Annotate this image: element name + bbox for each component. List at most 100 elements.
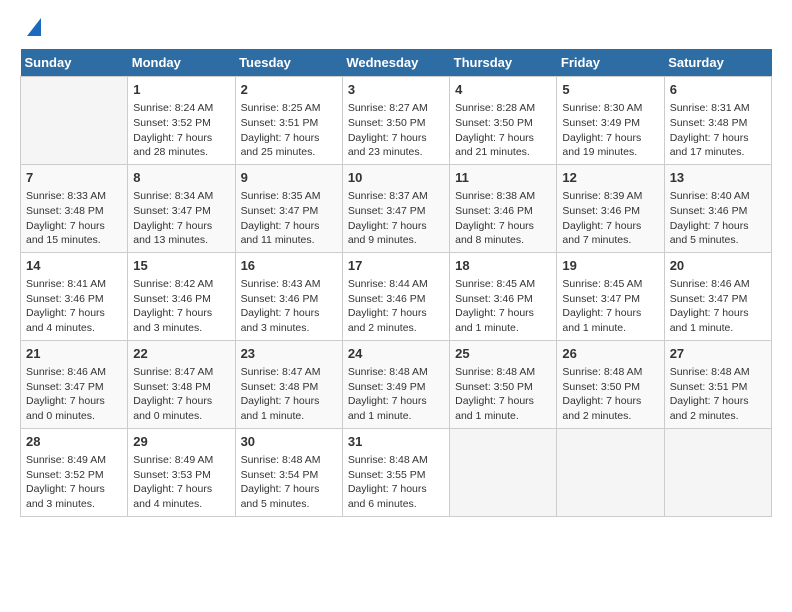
header-wednesday: Wednesday xyxy=(342,49,449,77)
cell-content: Sunrise: 8:46 AM Sunset: 3:47 PM Dayligh… xyxy=(670,277,766,336)
day-number: 11 xyxy=(455,169,551,187)
calendar-cell: 5Sunrise: 8:30 AM Sunset: 3:49 PM Daylig… xyxy=(557,77,664,165)
cell-content: Sunrise: 8:39 AM Sunset: 3:46 PM Dayligh… xyxy=(562,189,658,248)
calendar-cell: 30 Sunrise: 8:48 AM Sunset: 3:54 PM Dayli… xyxy=(235,428,342,516)
day-number: 8 xyxy=(133,169,229,187)
day-number: 25 xyxy=(455,345,551,363)
week-row-2: 14 Sunrise: 8:41 AM Sunset: 3:46 PM Dayli… xyxy=(21,252,772,340)
calendar-cell: 31 Sunrise: 8:48 AM Sunset: 3:55 PM Dayli… xyxy=(342,428,449,516)
cell-content: Sunrise: 8:38 AM Sunset: 3:46 PM Dayligh… xyxy=(455,189,551,248)
cell-content: Sunrise: 8:48 AM Sunset: 3:54 PM Dayligh… xyxy=(241,453,337,512)
day-number: 28 xyxy=(26,433,122,451)
calendar-cell: 20 Sunrise: 8:46 AM Sunset: 3:47 PM Dayli… xyxy=(664,252,771,340)
day-number: 30 xyxy=(241,433,337,451)
cell-content: Sunrise: 8:24 AM Sunset: 3:52 PM Dayligh… xyxy=(133,101,229,160)
cell-content: Sunrise: 8:41 AM Sunset: 3:46 PM Dayligh… xyxy=(26,277,122,336)
cell-content: Sunrise: 8:33 AM Sunset: 3:48 PM Dayligh… xyxy=(26,189,122,248)
day-number: 15 xyxy=(133,257,229,275)
cell-content: Sunrise: 8:28 AM Sunset: 3:50 PM Dayligh… xyxy=(455,101,551,160)
day-number: 14 xyxy=(26,257,122,275)
calendar-cell: 2 Sunrise: 8:25 AM Sunset: 3:51 PM Daylig… xyxy=(235,77,342,165)
day-number: 20 xyxy=(670,257,766,275)
calendar-cell: 14 Sunrise: 8:41 AM Sunset: 3:46 PM Dayli… xyxy=(21,252,128,340)
calendar-cell: 28 Sunrise: 8:49 AM Sunset: 3:52 PM Dayli… xyxy=(21,428,128,516)
day-number: 27 xyxy=(670,345,766,363)
day-number: 7 xyxy=(26,169,122,187)
calendar-table: SundayMondayTuesdayWednesdayThursdayFrid… xyxy=(20,49,772,517)
header-friday: Friday xyxy=(557,49,664,77)
calendar-cell xyxy=(557,428,664,516)
week-row-0: 1Sunrise: 8:24 AM Sunset: 3:52 PM Daylig… xyxy=(21,77,772,165)
calendar-cell: 16Sunrise: 8:43 AM Sunset: 3:46 PM Dayli… xyxy=(235,252,342,340)
cell-content: Sunrise: 8:27 AM Sunset: 3:50 PM Dayligh… xyxy=(348,101,444,160)
calendar-cell: 22Sunrise: 8:47 AM Sunset: 3:48 PM Dayli… xyxy=(128,340,235,428)
day-number: 22 xyxy=(133,345,229,363)
cell-content: Sunrise: 8:48 AM Sunset: 3:55 PM Dayligh… xyxy=(348,453,444,512)
cell-content: Sunrise: 8:49 AM Sunset: 3:52 PM Dayligh… xyxy=(26,453,122,512)
calendar-cell: 15Sunrise: 8:42 AM Sunset: 3:46 PM Dayli… xyxy=(128,252,235,340)
header-saturday: Saturday xyxy=(664,49,771,77)
day-number: 21 xyxy=(26,345,122,363)
logo xyxy=(20,20,41,39)
cell-content: Sunrise: 8:47 AM Sunset: 3:48 PM Dayligh… xyxy=(241,365,337,424)
calendar-cell: 13 Sunrise: 8:40 AM Sunset: 3:46 PM Dayli… xyxy=(664,164,771,252)
header-monday: Monday xyxy=(128,49,235,77)
day-number: 9 xyxy=(241,169,337,187)
calendar-cell: 12 Sunrise: 8:39 AM Sunset: 3:46 PM Dayli… xyxy=(557,164,664,252)
day-number: 13 xyxy=(670,169,766,187)
day-number: 12 xyxy=(562,169,658,187)
day-number: 31 xyxy=(348,433,444,451)
calendar-cell: 3Sunrise: 8:27 AM Sunset: 3:50 PM Daylig… xyxy=(342,77,449,165)
header-sunday: Sunday xyxy=(21,49,128,77)
calendar-cell: 18Sunrise: 8:45 AM Sunset: 3:46 PM Dayli… xyxy=(450,252,557,340)
calendar-cell: 11 Sunrise: 8:38 AM Sunset: 3:46 PM Dayli… xyxy=(450,164,557,252)
calendar-cell: 6 Sunrise: 8:31 AM Sunset: 3:48 PM Daylig… xyxy=(664,77,771,165)
cell-content: Sunrise: 8:31 AM Sunset: 3:48 PM Dayligh… xyxy=(670,101,766,160)
day-number: 17 xyxy=(348,257,444,275)
cell-content: Sunrise: 8:44 AM Sunset: 3:46 PM Dayligh… xyxy=(348,277,444,336)
cell-content: Sunrise: 8:37 AM Sunset: 3:47 PM Dayligh… xyxy=(348,189,444,248)
calendar-cell: 24 Sunrise: 8:48 AM Sunset: 3:49 PM Dayli… xyxy=(342,340,449,428)
page-header xyxy=(20,20,772,39)
cell-content: Sunrise: 8:45 AM Sunset: 3:47 PM Dayligh… xyxy=(562,277,658,336)
logo-triangle-icon xyxy=(23,18,41,36)
cell-content: Sunrise: 8:49 AM Sunset: 3:53 PM Dayligh… xyxy=(133,453,229,512)
calendar-cell: 27 Sunrise: 8:48 AM Sunset: 3:51 PM Dayli… xyxy=(664,340,771,428)
day-number: 29 xyxy=(133,433,229,451)
calendar-cell: 10Sunrise: 8:37 AM Sunset: 3:47 PM Dayli… xyxy=(342,164,449,252)
calendar-cell: 29 Sunrise: 8:49 AM Sunset: 3:53 PM Dayli… xyxy=(128,428,235,516)
day-number: 24 xyxy=(348,345,444,363)
calendar-cell: 26 Sunrise: 8:48 AM Sunset: 3:50 PM Dayli… xyxy=(557,340,664,428)
week-row-1: 7 Sunrise: 8:33 AM Sunset: 3:48 PM Daylig… xyxy=(21,164,772,252)
day-number: 19 xyxy=(562,257,658,275)
cell-content: Sunrise: 8:46 AM Sunset: 3:47 PM Dayligh… xyxy=(26,365,122,424)
day-number: 5 xyxy=(562,81,658,99)
cell-content: Sunrise: 8:25 AM Sunset: 3:51 PM Dayligh… xyxy=(241,101,337,160)
day-number: 26 xyxy=(562,345,658,363)
day-number: 2 xyxy=(241,81,337,99)
cell-content: Sunrise: 8:48 AM Sunset: 3:50 PM Dayligh… xyxy=(562,365,658,424)
calendar-cell: 21 Sunrise: 8:46 AM Sunset: 3:47 PM Dayli… xyxy=(21,340,128,428)
header-tuesday: Tuesday xyxy=(235,49,342,77)
header-thursday: Thursday xyxy=(450,49,557,77)
calendar-cell: 7 Sunrise: 8:33 AM Sunset: 3:48 PM Daylig… xyxy=(21,164,128,252)
cell-content: Sunrise: 8:40 AM Sunset: 3:46 PM Dayligh… xyxy=(670,189,766,248)
calendar-cell xyxy=(664,428,771,516)
day-number: 18 xyxy=(455,257,551,275)
week-row-4: 28 Sunrise: 8:49 AM Sunset: 3:52 PM Dayli… xyxy=(21,428,772,516)
calendar-cell: 25 Sunrise: 8:48 AM Sunset: 3:50 PM Dayli… xyxy=(450,340,557,428)
calendar-cell xyxy=(450,428,557,516)
calendar-cell: 4 Sunrise: 8:28 AM Sunset: 3:50 PM Daylig… xyxy=(450,77,557,165)
day-number: 4 xyxy=(455,81,551,99)
cell-content: Sunrise: 8:48 AM Sunset: 3:50 PM Dayligh… xyxy=(455,365,551,424)
calendar-cell: 19 Sunrise: 8:45 AM Sunset: 3:47 PM Dayli… xyxy=(557,252,664,340)
cell-content: Sunrise: 8:48 AM Sunset: 3:51 PM Dayligh… xyxy=(670,365,766,424)
day-number: 6 xyxy=(670,81,766,99)
cell-content: Sunrise: 8:35 AM Sunset: 3:47 PM Dayligh… xyxy=(241,189,337,248)
calendar-header-row: SundayMondayTuesdayWednesdayThursdayFrid… xyxy=(21,49,772,77)
cell-content: Sunrise: 8:43 AM Sunset: 3:46 PM Dayligh… xyxy=(241,277,337,336)
cell-content: Sunrise: 8:48 AM Sunset: 3:49 PM Dayligh… xyxy=(348,365,444,424)
calendar-cell: 17 Sunrise: 8:44 AM Sunset: 3:46 PM Dayli… xyxy=(342,252,449,340)
week-row-3: 21 Sunrise: 8:46 AM Sunset: 3:47 PM Dayli… xyxy=(21,340,772,428)
calendar-cell: 9 Sunrise: 8:35 AM Sunset: 3:47 PM Daylig… xyxy=(235,164,342,252)
